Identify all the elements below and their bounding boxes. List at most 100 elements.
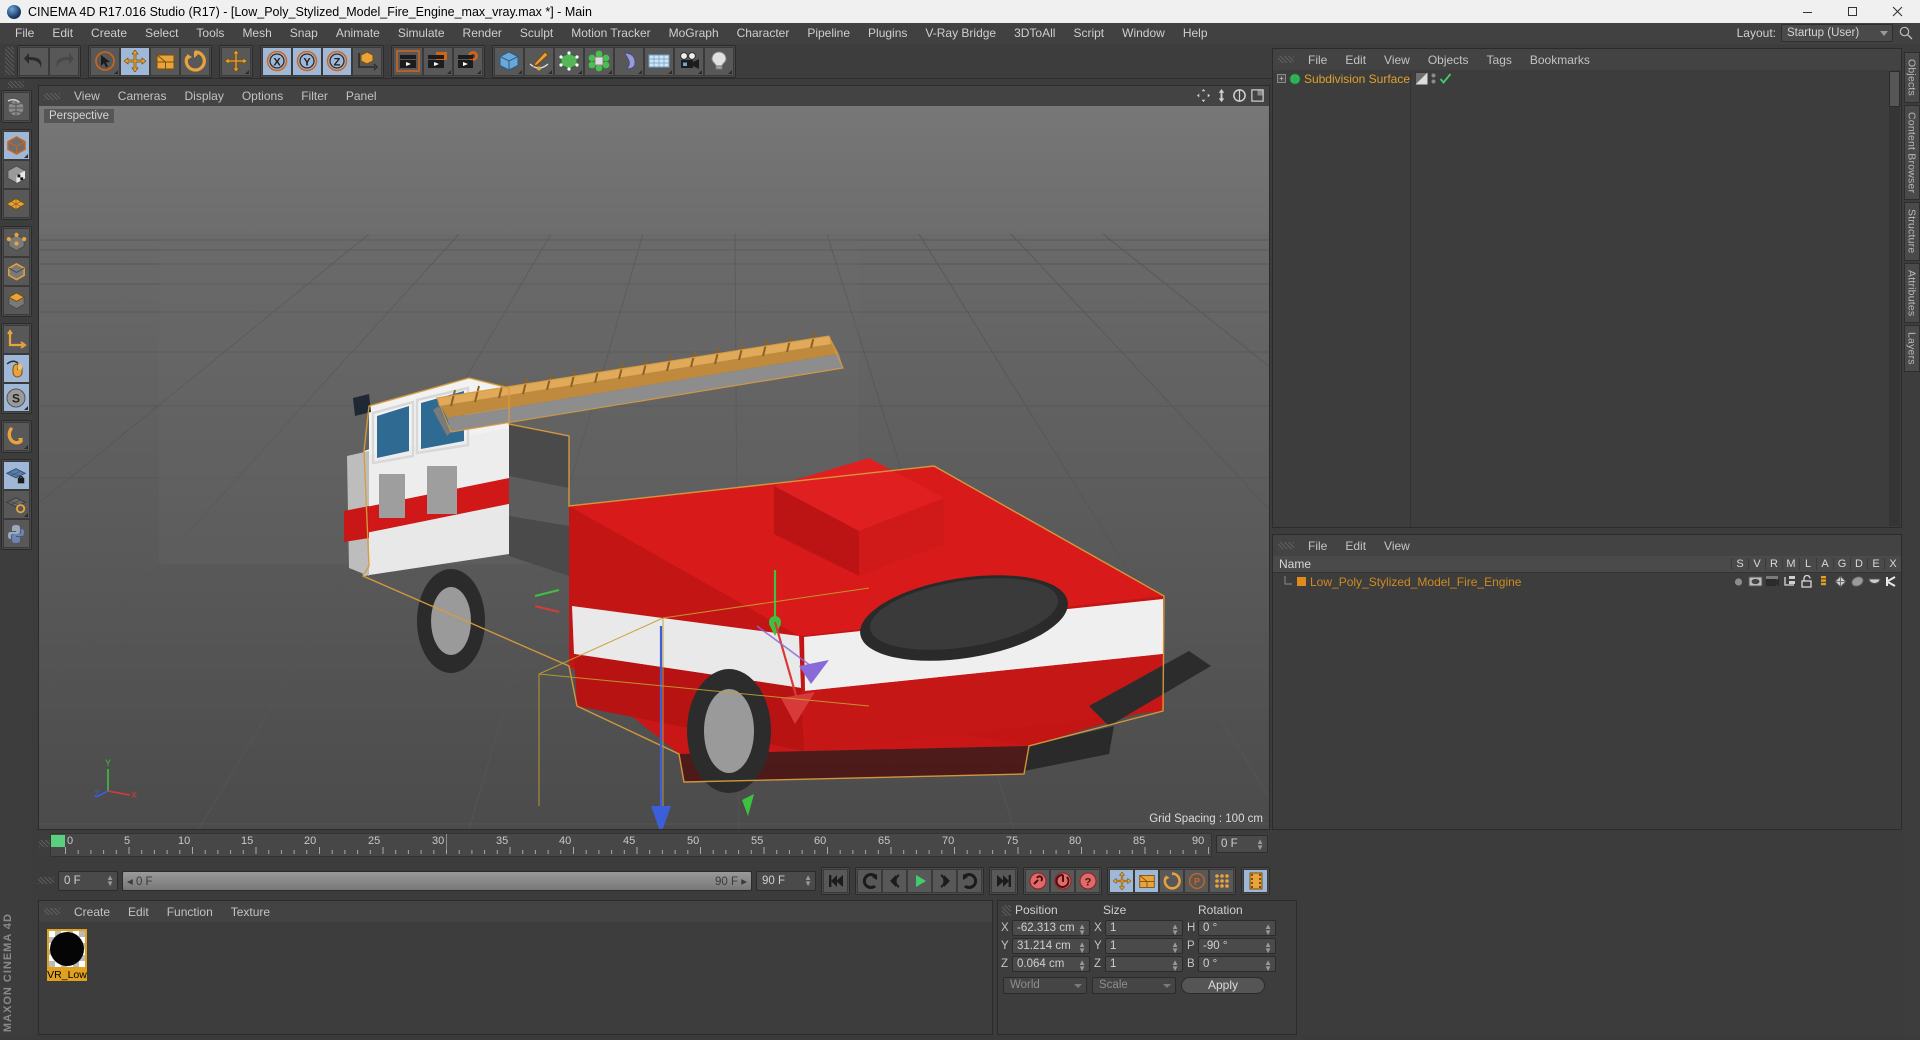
play-button[interactable]	[907, 869, 932, 893]
render-icon[interactable]	[1765, 575, 1780, 588]
go-to-start-button[interactable]	[823, 869, 848, 893]
add-spline-button[interactable]	[524, 46, 554, 76]
column-g[interactable]: G	[1833, 558, 1850, 570]
move-world-tool[interactable]	[221, 46, 251, 76]
cache-icon[interactable]	[1850, 575, 1865, 588]
world-object-coordinates[interactable]	[352, 46, 382, 76]
menu-create[interactable]: Create	[82, 23, 136, 44]
python-tool[interactable]	[2, 519, 30, 548]
menu-render[interactable]: Render	[454, 23, 511, 44]
layer-icon[interactable]	[1782, 575, 1797, 588]
column-x[interactable]: X	[1884, 558, 1901, 570]
lock-z-axis[interactable]: Z	[322, 46, 352, 76]
tool-submenu-corner[interactable]	[668, 69, 672, 74]
edges-mode-tool[interactable]	[2, 257, 30, 286]
hide-icon[interactable]	[1867, 575, 1882, 588]
tool-submenu-corner[interactable]	[23, 406, 28, 410]
scale-key-toggle[interactable]	[1134, 869, 1159, 893]
workplane-rotate-tool[interactable]	[2, 490, 30, 519]
menu-3dtoall[interactable]: 3DToAll	[1005, 23, 1064, 44]
redo-button[interactable]	[49, 46, 79, 76]
structure-menu-view[interactable]: View	[1375, 539, 1419, 553]
pan-view-icon[interactable]	[1196, 88, 1211, 103]
menu-mograph[interactable]: MoGraph	[660, 23, 728, 44]
material-menu-texture[interactable]: Texture	[222, 905, 279, 919]
fire-engine-model[interactable]	[39, 106, 1269, 829]
maximize-button[interactable]	[1830, 0, 1875, 23]
coordinate-system-select[interactable]: World	[1003, 977, 1087, 994]
menu-window[interactable]: Window	[1113, 23, 1174, 44]
level-icon[interactable]	[1816, 575, 1831, 588]
previous-frame-button[interactable]	[882, 869, 907, 893]
expander-icon[interactable]: +	[1277, 74, 1286, 83]
position-y-field[interactable]: 31.214 cm ▲ ▼	[1012, 938, 1090, 955]
enable-axis-modification-tool[interactable]	[2, 354, 30, 383]
structure-row-name-cell[interactable]: Low_Poly_Stylized_Model_Fire_Engine	[1273, 575, 1731, 589]
tool-submenu-corner[interactable]	[23, 445, 28, 449]
add-light-button[interactable]	[704, 46, 734, 76]
column-l[interactable]: L	[1799, 558, 1816, 570]
menu-script[interactable]: Script	[1064, 23, 1113, 44]
position-key-toggle[interactable]	[1109, 869, 1134, 893]
object-manager-menu-edit[interactable]: Edit	[1336, 53, 1375, 67]
object-manager-menu-objects[interactable]: Objects	[1419, 53, 1478, 67]
object-manager-menu-file[interactable]: File	[1299, 53, 1336, 67]
tool-submenu-corner[interactable]	[548, 69, 552, 74]
tool-submenu-corner[interactable]	[518, 69, 522, 74]
add-mograph-button[interactable]	[584, 46, 614, 76]
viewport-menu-cameras[interactable]: Cameras	[109, 89, 176, 103]
tool-submenu-corner[interactable]	[114, 69, 118, 74]
material-menu-edit[interactable]: Edit	[119, 905, 158, 919]
zoom-view-icon[interactable]	[1214, 88, 1229, 103]
undo-button[interactable]	[19, 46, 49, 76]
menu-plugins[interactable]: Plugins	[859, 23, 916, 44]
model-mode-tool[interactable]	[2, 131, 30, 160]
go-to-end-button[interactable]	[991, 869, 1016, 893]
end-frame-field[interactable]: 90 F ▲ ▼	[756, 871, 816, 891]
column-d[interactable]: D	[1850, 558, 1867, 570]
spinner-icon[interactable]: ▲ ▼	[1171, 923, 1179, 937]
polygons-mode-tool[interactable]	[2, 286, 30, 315]
menu-character[interactable]: Character	[728, 23, 799, 44]
menu-vray-bridge[interactable]: V-Ray Bridge	[916, 23, 1005, 44]
apply-button[interactable]: Apply	[1181, 977, 1265, 994]
tool-submenu-corner[interactable]	[477, 69, 481, 74]
render-view-button[interactable]	[393, 46, 423, 76]
column-s[interactable]: S	[1731, 558, 1748, 570]
tool-submenu-corner[interactable]	[23, 154, 28, 158]
object-manager-menu-view[interactable]: View	[1375, 53, 1419, 67]
material-manager-grip[interactable]	[44, 908, 60, 915]
column-v[interactable]: V	[1748, 558, 1765, 570]
spinner-icon[interactable]: ▲ ▼	[1078, 959, 1086, 973]
menu-animate[interactable]: Animate	[327, 23, 389, 44]
viewport-menu-panel[interactable]: Panel	[337, 89, 386, 103]
material-chip[interactable]: VR_Low	[47, 929, 87, 981]
point-level-animation-toggle[interactable]	[1209, 869, 1234, 893]
tool-submenu-corner[interactable]	[578, 69, 582, 74]
size-y-field[interactable]: 1 ▲ ▼	[1105, 938, 1183, 955]
object-manager-menu-tags[interactable]: Tags	[1478, 53, 1521, 67]
timeline-frame-field[interactable]: 0 F ▲ ▼	[1216, 835, 1268, 853]
column-m[interactable]: M	[1782, 558, 1799, 570]
menu-simulate[interactable]: Simulate	[389, 23, 454, 44]
next-key-button[interactable]	[957, 869, 982, 893]
next-frame-button[interactable]	[932, 869, 957, 893]
menu-file[interactable]: File	[6, 23, 43, 44]
points-mode-tool[interactable]	[2, 228, 30, 257]
column-a[interactable]: A	[1816, 558, 1833, 570]
rotation-h-field[interactable]: 0 ° ▲ ▼	[1198, 920, 1276, 937]
tool-submenu-corner[interactable]	[728, 69, 732, 74]
spinner-icon[interactable]: ▲ ▼	[1264, 959, 1272, 973]
tool-submenu-corner[interactable]	[698, 69, 702, 74]
tool-submenu-corner[interactable]	[638, 69, 642, 74]
dot-icon[interactable]	[1731, 575, 1746, 588]
close-button[interactable]	[1875, 0, 1920, 23]
object-row-subdivision-surface[interactable]: + Subdivision Surface	[1273, 70, 1410, 87]
perspective-viewport[interactable]: Perspective Grid Spacing : 100 cm Y X Z	[39, 106, 1269, 829]
structure-menu-file[interactable]: File	[1299, 539, 1336, 553]
workplane-lock-tool[interactable]	[2, 461, 30, 490]
rotate-tool[interactable]	[180, 46, 210, 76]
record-active-objects-button[interactable]	[1025, 869, 1050, 893]
dock-tab-attributes[interactable]: Attributes	[1903, 262, 1920, 323]
column-e[interactable]: E	[1867, 558, 1884, 570]
